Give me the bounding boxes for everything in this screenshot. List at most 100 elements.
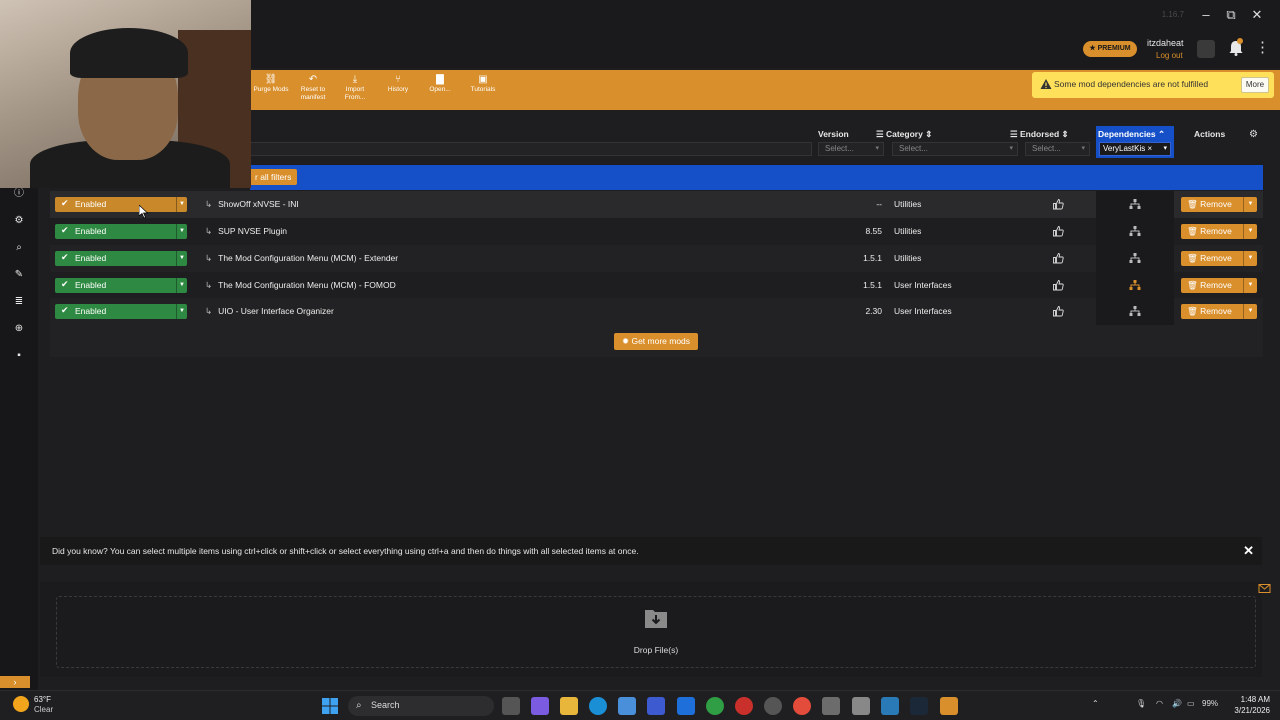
save-icon[interactable]: ▪: [12, 349, 26, 363]
minimize-button[interactable]: –: [1194, 6, 1218, 24]
avatar[interactable]: [1197, 40, 1215, 58]
version-filter-select[interactable]: Select... ▾: [818, 142, 884, 156]
mail-icon[interactable]: [1258, 582, 1271, 595]
app-icon[interactable]: [647, 697, 665, 715]
chevron-down-icon[interactable]: ▼: [176, 251, 187, 266]
column-category[interactable]: ☰ Category ⇕: [876, 129, 932, 140]
add-circle-icon[interactable]: ⊕: [12, 322, 26, 336]
app-icon[interactable]: [822, 697, 840, 715]
purge-mods-button[interactable]: ⛓ Purge Mods: [252, 74, 290, 94]
taskbar-search[interactable]: ⌕ Search: [348, 696, 494, 716]
wifi-icon[interactable]: ◠: [1156, 699, 1163, 708]
enabled-toggle[interactable]: ✔ Enabled ▼: [55, 278, 187, 293]
volume-icon[interactable]: 🔊: [1172, 699, 1182, 708]
clock[interactable]: 1:48 AM 3/21/2026: [1222, 694, 1270, 716]
windows-start-icon[interactable]: [322, 698, 338, 714]
mod-category: Utilities: [894, 253, 922, 263]
get-more-mods-button[interactable]: ✹ Get more mods: [614, 333, 698, 350]
layers-icon[interactable]: ≣: [12, 295, 26, 309]
table-row[interactable]: ✔ Enabled ▼ ↳ The Mod Configuration Menu (M…: [50, 272, 1263, 299]
chevron-down-icon[interactable]: ▼: [176, 304, 187, 319]
table-row[interactable]: ✔ Enabled ▼ ↳ SUP NVSE Plugin 8.55 Utilitie…: [50, 218, 1263, 245]
close-icon[interactable]: ✕: [1243, 543, 1254, 559]
tutorials-button[interactable]: ▣ Tutorials: [466, 74, 500, 94]
chevron-down-icon[interactable]: ▼: [176, 278, 187, 293]
expand-chevron-icon[interactable]: ›: [0, 676, 30, 688]
logout-link[interactable]: Log out: [1156, 51, 1183, 60]
column-settings-gear-icon[interactable]: ⚙: [1249, 129, 1261, 141]
sitemap-icon[interactable]: [1129, 252, 1141, 264]
sitemap-icon[interactable]: [1129, 225, 1141, 237]
premium-badge[interactable]: ★ PREMIUM: [1083, 41, 1137, 57]
table-row[interactable]: ✔ Enabled ▼ ↳ UIO - User Interface Organize…: [50, 298, 1263, 325]
sitemap-warning-icon[interactable]: [1129, 279, 1141, 291]
info-icon[interactable]: ⓘ: [12, 187, 26, 201]
remove-button[interactable]: 🗑 Remove ▼: [1181, 224, 1257, 239]
copilot-icon[interactable]: [531, 697, 549, 715]
xbox-icon[interactable]: [706, 697, 724, 715]
column-dependencies[interactable]: Dependencies ⌃: [1098, 129, 1165, 140]
history-button[interactable]: ⑂ History: [382, 74, 414, 94]
remove-button[interactable]: 🗑 Remove ▼: [1181, 251, 1257, 266]
enabled-toggle[interactable]: ✔ Enabled ▼: [55, 251, 187, 266]
tray-expand-icon[interactable]: ⌃: [1092, 699, 1099, 708]
file-explorer-icon[interactable]: [560, 697, 578, 715]
name-filter-input[interactable]: [250, 142, 812, 156]
table-row[interactable]: ✔ Enabled ▼ ↳ ShowOff xNVSE - INI -- Utilit…: [50, 191, 1263, 218]
sitemap-icon[interactable]: [1129, 305, 1141, 317]
vortex-icon[interactable]: [940, 697, 958, 715]
chevron-down-icon[interactable]: ▼: [176, 224, 187, 239]
chevron-down-icon[interactable]: ▼: [1243, 224, 1257, 239]
clear-all-filters-button[interactable]: r all filters: [250, 169, 298, 185]
app-icon[interactable]: [764, 697, 782, 715]
endorse-thumb-icon[interactable]: [1052, 252, 1064, 264]
weather-state[interactable]: Clear: [34, 705, 53, 714]
endorse-thumb-icon[interactable]: [1052, 305, 1064, 317]
maximize-button[interactable]: ⧉: [1219, 6, 1243, 24]
enabled-toggle[interactable]: ✔ Enabled ▼: [55, 197, 187, 212]
edge-icon[interactable]: [589, 697, 607, 715]
store-icon[interactable]: [618, 697, 636, 715]
close-window-button[interactable]: ✕: [1245, 6, 1269, 24]
chevron-down-icon[interactable]: ▼: [1243, 251, 1257, 266]
endorse-thumb-icon[interactable]: [1052, 279, 1064, 291]
open-button[interactable]: ▇ Open...: [424, 74, 456, 94]
enabled-toggle[interactable]: ✔ Enabled ▼: [55, 304, 187, 319]
chevron-down-icon[interactable]: ▼: [176, 197, 187, 212]
wrench-icon[interactable]: ✎: [12, 268, 26, 282]
app-icon[interactable]: [677, 697, 695, 715]
battery-percent[interactable]: 99%: [1202, 699, 1218, 708]
remove-button[interactable]: 🗑 Remove ▼: [1181, 278, 1257, 293]
chrome-icon[interactable]: [793, 697, 811, 715]
battery-icon[interactable]: ▭: [1187, 699, 1195, 708]
endorse-thumb-icon[interactable]: [1052, 198, 1064, 210]
settings-gear-icon[interactable]: ⚙: [12, 214, 26, 228]
weather-sun-icon[interactable]: [13, 696, 29, 712]
category-filter-select[interactable]: Select... ▾: [892, 142, 1018, 156]
task-view-icon[interactable]: [502, 697, 520, 715]
remove-button[interactable]: 🗑 Remove ▼: [1181, 197, 1257, 212]
more-menu-icon[interactable]: ⋮: [1255, 38, 1270, 56]
opera-icon[interactable]: [735, 697, 753, 715]
alert-more-button[interactable]: More: [1241, 77, 1269, 93]
weather-temp[interactable]: 63°F: [34, 695, 51, 704]
remove-button[interactable]: 🗑 Remove ▼: [1181, 304, 1257, 319]
import-from-button[interactable]: ⤓ Import From...: [338, 74, 372, 102]
column-version[interactable]: Version: [818, 129, 849, 139]
app-icon[interactable]: [881, 697, 899, 715]
search-icon[interactable]: ⌕: [12, 241, 26, 255]
microphone-icon[interactable]: 🎙: [1136, 699, 1146, 708]
endorsed-filter-select[interactable]: Select... ▾: [1025, 142, 1090, 156]
steam-icon[interactable]: [910, 697, 928, 715]
dependencies-filter-select[interactable]: VeryLastKis × ▾: [1099, 142, 1171, 156]
chevron-down-icon[interactable]: ▼: [1243, 197, 1257, 212]
endorse-thumb-icon[interactable]: [1052, 225, 1064, 237]
chevron-down-icon[interactable]: ▼: [1243, 304, 1257, 319]
reset-manifest-button[interactable]: ↶ Reset to manifest: [296, 74, 330, 102]
app-icon[interactable]: [852, 697, 870, 715]
enabled-toggle[interactable]: ✔ Enabled ▼: [55, 224, 187, 239]
chevron-down-icon[interactable]: ▼: [1243, 278, 1257, 293]
sitemap-icon[interactable]: [1129, 198, 1141, 210]
column-endorsed[interactable]: ☰ Endorsed ⇕: [1010, 129, 1069, 140]
table-row[interactable]: ✔ Enabled ▼ ↳ The Mod Configuration Menu (M…: [50, 245, 1263, 272]
